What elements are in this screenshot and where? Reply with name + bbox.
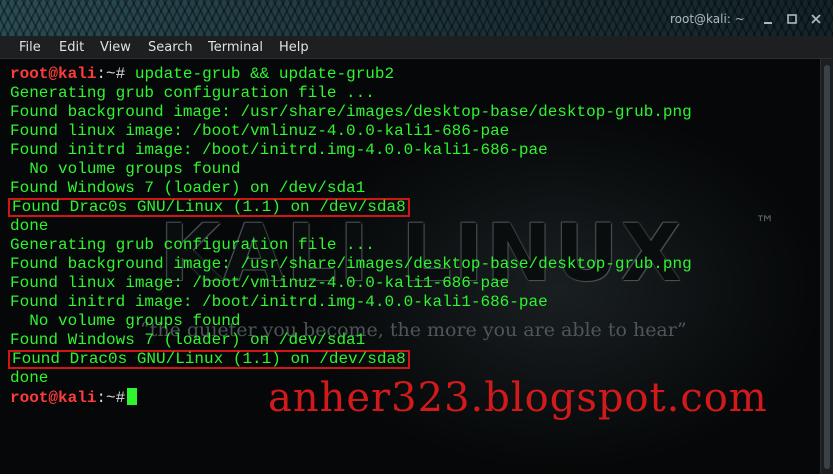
terminal-scrollbar[interactable]: [820, 59, 833, 474]
output-line: Found linux image: /boot/vmlinuz-4.0.0-k…: [10, 122, 510, 140]
output-line: No volume groups found: [10, 312, 241, 330]
output-line: Found initrd image: /boot/initrd.img-4.0…: [10, 141, 548, 159]
output-line: Found background image: /usr/share/image…: [10, 103, 692, 121]
menu-edit[interactable]: Edit: [59, 40, 84, 55]
prompt-symbol: #: [115, 65, 126, 83]
output-line: Found background image: /usr/share/image…: [10, 255, 692, 273]
output-line: Found Windows 7 (loader) on /dev/sda1: [10, 331, 366, 349]
prompt-separator: :: [96, 389, 107, 407]
output-line-highlighted: Found Drac0s GNU/Linux (1.1) on /dev/sda…: [0, 198, 820, 217]
command-text: update-grub && update-grub2: [125, 65, 395, 83]
prompt-user-host: root@kali: [10, 389, 97, 407]
highlight-box: Found Drac0s GNU/Linux (1.1) on /dev/sda…: [8, 198, 410, 217]
command-line: root@kali:~# update-grub && update-grub2: [0, 65, 820, 84]
menu-view[interactable]: View: [100, 40, 131, 55]
output-line: done: [10, 217, 49, 235]
menu-file[interactable]: File: [19, 40, 41, 55]
terminal-output: root@kali:~# update-grub && update-grub2…: [0, 65, 820, 407]
window-controls: [759, 10, 825, 28]
output-line: No volume groups found: [10, 160, 241, 178]
menu-help[interactable]: Help: [279, 40, 309, 55]
output-line: Found linux image: /boot/vmlinuz-4.0.0-k…: [10, 274, 510, 292]
window-titlebar[interactable]: root@kali: ~: [0, 0, 833, 36]
scrollbar-thumb[interactable]: [824, 65, 830, 469]
output-line: Found initrd image: /boot/initrd.img-4.0…: [10, 293, 548, 311]
output-line: Found Windows 7 (loader) on /dev/sda1: [10, 179, 366, 197]
active-prompt-line[interactable]: root@kali:~#: [0, 388, 820, 407]
close-icon[interactable]: [807, 10, 825, 28]
menu-terminal[interactable]: Terminal: [208, 40, 263, 55]
window-title: root@kali: ~: [670, 12, 745, 26]
menubar: File Edit View Search Terminal Help: [0, 36, 833, 59]
minimize-icon[interactable]: [759, 10, 777, 28]
prompt-path: ~: [106, 389, 116, 407]
prompt-separator: :: [96, 65, 107, 83]
prompt-path: ~: [106, 65, 116, 83]
maximize-icon[interactable]: [783, 10, 801, 28]
terminal-area[interactable]: KALI LINUX ™ “the quieter you become, th…: [0, 59, 820, 474]
output-line-highlighted: Found Drac0s GNU/Linux (1.1) on /dev/sda…: [0, 350, 820, 369]
menu-search[interactable]: Search: [148, 40, 193, 55]
output-line: done: [10, 369, 49, 387]
output-line: Generating grub configuration file ...: [10, 84, 375, 102]
highlight-box: Found Drac0s GNU/Linux (1.1) on /dev/sda…: [8, 350, 410, 369]
prompt-user-host: root@kali: [10, 65, 97, 83]
prompt-symbol: #: [115, 389, 126, 407]
text-cursor: [127, 388, 138, 405]
output-line: Generating grub configuration file ...: [10, 236, 375, 254]
